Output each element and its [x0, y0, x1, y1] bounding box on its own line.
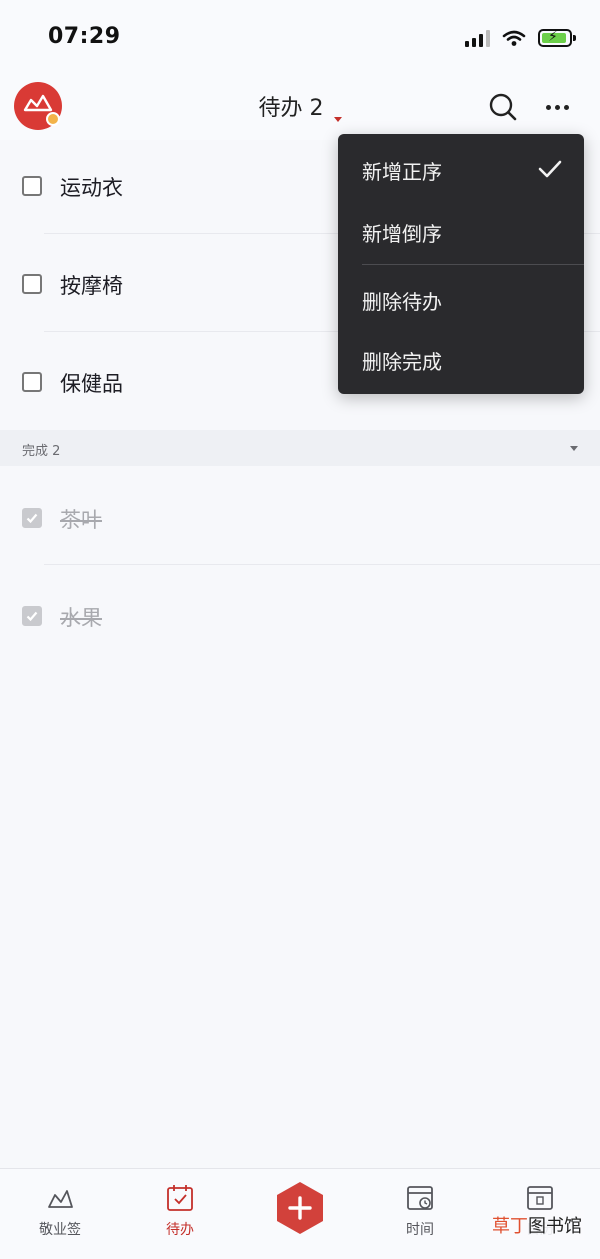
divider: [44, 564, 600, 565]
menu-item-delete-todo[interactable]: 删除待办: [362, 286, 442, 315]
todo-calendar-icon: [167, 1185, 193, 1211]
tab-todo[interactable]: 待办: [140, 1183, 220, 1239]
completed-checkbox[interactable]: [22, 508, 42, 528]
status-bar: 07:29 ⚡: [0, 0, 600, 72]
tab-label: 敬业签: [39, 1222, 81, 1238]
menu-item-add-ascending[interactable]: 新增正序: [362, 156, 442, 185]
completed-label: 水果: [60, 606, 102, 630]
chevron-down-icon[interactable]: [570, 446, 578, 451]
watermark: 草丁图书馆: [490, 1210, 584, 1240]
completed-item[interactable]: 茶叶: [0, 468, 600, 566]
tab-time[interactable]: 时间: [380, 1183, 460, 1239]
todo-checkbox[interactable]: [22, 274, 42, 294]
page-title-text: 待办 2: [258, 96, 324, 121]
search-icon[interactable]: [488, 92, 518, 122]
cellular-signal-icon: [465, 29, 490, 47]
menu-divider: [362, 264, 584, 265]
todo-label: 按摩椅: [60, 274, 123, 298]
todo-label: 运动衣: [60, 176, 123, 200]
menu-item-add-descending[interactable]: 新增倒序: [362, 218, 442, 247]
todo-label: 保健品: [60, 372, 123, 396]
calendar-icon: [527, 1186, 553, 1210]
note-icon: [48, 1190, 73, 1208]
battery-charging-icon: ⚡: [538, 29, 576, 47]
title-dropdown-icon: [333, 116, 342, 122]
completed-label: 茶叶: [60, 508, 102, 532]
time-calendar-icon: [407, 1186, 433, 1210]
menu-item-delete-completed[interactable]: 删除完成: [362, 346, 442, 375]
completed-section-header[interactable]: 完成 2: [0, 430, 600, 466]
tab-label: 时间: [406, 1222, 434, 1238]
completed-section-label: 完成 2: [22, 444, 61, 459]
watermark-part-2: 图书馆: [528, 1216, 582, 1237]
checkmark-icon: [538, 160, 562, 178]
sort-menu: 新增正序 新增倒序 删除待办 删除完成: [338, 134, 584, 394]
completed-checkbox[interactable]: [22, 606, 42, 626]
tab-label: 待办: [166, 1222, 194, 1238]
more-options-icon[interactable]: [546, 94, 576, 120]
add-hexagon-icon[interactable]: [272, 1180, 328, 1236]
tab-notes[interactable]: 敬业签: [20, 1183, 100, 1239]
app-header: 待办 2: [0, 72, 600, 140]
todo-checkbox[interactable]: [22, 176, 42, 196]
todo-checkbox[interactable]: [22, 372, 42, 392]
wifi-icon: [502, 30, 526, 46]
completed-item[interactable]: 水果: [0, 566, 600, 664]
watermark-part-1: 草丁: [492, 1216, 528, 1237]
status-time: 07:29: [48, 24, 121, 49]
status-icons: ⚡: [465, 26, 576, 50]
